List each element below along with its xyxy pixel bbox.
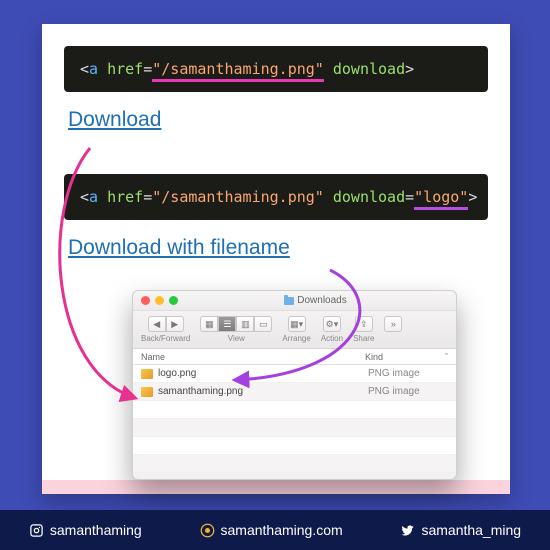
back-button[interactable]: ◀	[148, 316, 166, 332]
code-block-1: <a href="/samanthaming.png" download>	[64, 46, 488, 92]
nav-group: ◀ ▶ Back/Forward	[141, 316, 190, 343]
twitter-link[interactable]: samantha_ming	[400, 522, 521, 538]
file-row: .	[133, 455, 456, 473]
website-link[interactable]: samanthaming.com	[200, 522, 343, 538]
finder-columns: Name Kind ˆ	[133, 349, 456, 365]
minimize-icon[interactable]	[155, 296, 164, 305]
view-gallery-button[interactable]: ▭	[254, 316, 272, 332]
view-list-button[interactable]: ☰	[218, 316, 236, 332]
card-accent-bar	[42, 480, 510, 494]
folder-icon	[284, 297, 294, 305]
example-1: <a href="/samanthaming.png" download> Do…	[42, 24, 510, 152]
more-group: »	[384, 316, 402, 343]
image-thumb-icon	[141, 387, 153, 397]
file-row[interactable]: samanthaming.png PNG image	[133, 383, 456, 401]
sort-indicator-icon: ˆ	[445, 352, 448, 362]
code-block-2: <a href="/samanthaming.png" download="lo…	[64, 174, 488, 220]
view-column-button[interactable]: ▥	[236, 316, 254, 332]
download-link-basic[interactable]: Download	[68, 108, 161, 131]
social-footer: samanthaming samanthaming.com samantha_m…	[0, 510, 550, 550]
action-group: ⚙▾ Action	[321, 316, 343, 343]
instagram-link[interactable]: samanthaming	[29, 522, 142, 538]
action-button[interactable]: ⚙▾	[323, 316, 341, 332]
zoom-icon[interactable]	[169, 296, 178, 305]
finder-toolbar: ◀ ▶ Back/Forward ▦ ☰ ▥ ▭ View ▦▾ Arrange…	[133, 311, 456, 349]
arrange-button[interactable]: ▦▾	[288, 316, 306, 332]
download-link-filename[interactable]: Download with filename	[68, 236, 290, 259]
share-group: ⇪ Share	[353, 316, 374, 343]
share-button[interactable]: ⇪	[355, 316, 373, 332]
file-row[interactable]: logo.png PNG image	[133, 365, 456, 383]
forward-button[interactable]: ▶	[166, 316, 184, 332]
logo-icon	[200, 523, 215, 538]
file-row: .	[133, 401, 456, 419]
file-row: .	[133, 437, 456, 455]
arrange-group: ▦▾ Arrange	[282, 316, 310, 343]
close-icon[interactable]	[141, 296, 150, 305]
twitter-icon	[400, 523, 415, 538]
finder-title: Downloads	[183, 295, 448, 306]
finder-window: Downloads ◀ ▶ Back/Forward ▦ ☰ ▥ ▭ View …	[132, 290, 457, 480]
image-thumb-icon	[141, 369, 153, 379]
finder-file-list: logo.png PNG image samanthaming.png PNG …	[133, 365, 456, 473]
view-icon-button[interactable]: ▦	[200, 316, 218, 332]
example-2: <a href="/samanthaming.png" download="lo…	[42, 152, 510, 280]
more-button[interactable]: »	[384, 316, 402, 332]
instagram-icon	[29, 523, 44, 538]
view-group: ▦ ☰ ▥ ▭ View	[200, 316, 272, 343]
file-row: .	[133, 419, 456, 437]
finder-titlebar: Downloads	[133, 291, 456, 311]
